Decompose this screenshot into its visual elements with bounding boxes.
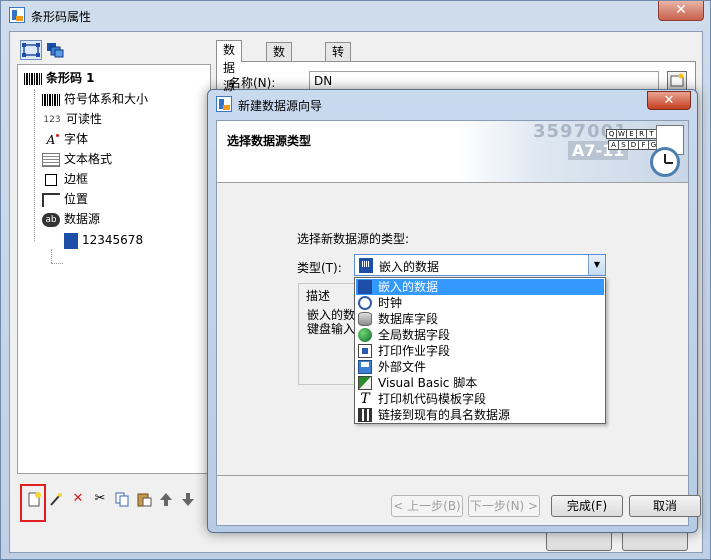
header-illustration: 3597001 A7-11 Q W E R T A S D F G [458,121,688,182]
barcode-symbology-icon [42,93,60,106]
print-job-icon [358,344,372,358]
finish-button[interactable]: 完成(F) [551,495,623,517]
tree-item-label: 条形码 1 [46,71,95,85]
dropdown-option-printer-template[interactable]: T 打印机代码模板字段 [356,391,604,407]
tree-item-symbology[interactable]: 符号体系和大小 [42,90,148,108]
embedded-data-icon [359,258,373,273]
type-label: 类型(T): [297,261,342,275]
tree-item-data-source[interactable]: ab 数据源 [42,210,100,228]
description-line: 键盘输入 [307,322,355,336]
tree-item-label: 字体 [64,132,89,146]
printer-template-icon: T [360,391,370,407]
tree-item-label: 数据源 [64,212,101,226]
paste-icon[interactable] [136,491,152,507]
font-icon: A [42,133,60,147]
dropdown-option-link[interactable]: 链接到现有的具名数据源 [356,407,604,423]
tree-item-border[interactable]: 边框 [42,170,88,188]
chevron-down-icon[interactable]: ▼ [588,255,605,275]
tree-view-icon [22,43,40,57]
wizard-app-icon [216,96,232,112]
dropdown-option-embedded[interactable]: 嵌入的数据 [356,279,604,295]
tree-item-text-format[interactable]: 文本格式 [42,150,112,168]
database-icon [358,312,372,326]
clock-icon [358,296,372,310]
position-icon [42,192,60,207]
wizard-icon[interactable] [48,491,64,507]
tree-item-readability[interactable]: 123 可读性 [42,110,102,128]
tree-item-label: 文本格式 [64,152,113,166]
description-label: 描述 [306,289,331,303]
dropdown-option-clock[interactable]: 时钟 [356,295,604,311]
highlight-box [20,484,46,522]
dropdown-option-print-job[interactable]: 打印作业字段 [356,343,604,359]
down-arrow-icon[interactable] [180,491,196,507]
text-format-icon [42,152,60,167]
border-icon [45,173,57,186]
up-arrow-icon[interactable] [158,491,174,507]
clock-icon [650,147,680,177]
barcode-icon [24,72,42,85]
outer-titlebar[interactable]: 条形码属性 ✕ [1,1,710,31]
edit-icon [670,73,684,87]
outer-close-button[interactable]: ✕ [658,1,704,21]
description-text: 嵌入的数 键盘输入 [307,308,355,336]
back-button[interactable]: < 上一步(B) [391,495,463,517]
data-source-icon: ab [42,212,60,227]
cut-icon[interactable]: ✂ [92,491,108,507]
tree-item-label: 符号体系和大小 [64,92,149,106]
app-icon [9,7,25,23]
description-line: 嵌入的数 [307,308,355,322]
type-combobox-value: 嵌入的数据 [379,260,440,274]
wizard-close-button[interactable]: ✕ [647,91,691,110]
next-button[interactable]: 下一步(N) > [468,495,540,517]
file-icon [358,360,372,374]
readability-icon: 123 [43,114,61,125]
tree-item-embedded-value[interactable]: 12345678 [64,231,143,249]
name-edit-button[interactable] [667,71,687,91]
dropdown-option-vb-script[interactable]: Visual Basic 脚本 [356,375,604,391]
select-type-prompt: 选择新数据源的类型: [297,232,410,246]
dropdown-option-global[interactable]: 全局数据字段 [356,327,604,343]
layers-icon [47,43,64,58]
tree-item-barcode[interactable]: 条形码 1 [24,69,95,87]
tree-item-font[interactable]: A 字体 [42,130,88,148]
type-dropdown-list: 嵌入的数据 时钟 数据库字段 全局数据字段 打印作业字段 外部文件 Visual… [354,277,606,424]
tree-item-label: 12345678 [82,233,144,247]
vb-script-icon [358,376,372,390]
embedded-data-icon [64,232,78,249]
outer-window-title: 条形码属性 [31,10,92,24]
wizard-header: 选择数据源类型 3597001 A7-11 Q W E R T A S D F … [217,121,688,183]
copy-icon[interactable] [114,491,130,507]
wizard-body: 选择数据源类型 3597001 A7-11 Q W E R T A S D F … [216,120,701,526]
wizard-separator [217,475,688,476]
globe-icon [358,328,372,342]
properties-tree: 条形码 1 符号体系和大小 123 可读性 A 字体 文本格式 边框 位置 ab 数据… [17,64,211,474]
type-combobox[interactable]: 嵌入的数据 ▼ [354,254,606,276]
delete-icon[interactable]: ✕ [70,491,86,507]
layers-view-button[interactable] [44,40,66,60]
tree-item-position[interactable]: 位置 [42,190,88,208]
tab-transform[interactable]: 转换 [325,42,352,77]
tree-item-label: 边框 [64,172,89,186]
link-icon [358,408,372,422]
dropdown-option-database[interactable]: 数据库字段 [356,311,604,327]
wizard-title: 新建数据源向导 [238,99,323,113]
tree-item-label: 可读性 [66,112,103,126]
tree-view-button[interactable] [20,40,42,60]
keyboard-icon: Q W E R T A S D F G [606,129,659,153]
new-data-source-wizard: 新建数据源向导 ✕ 选择数据源类型 3597001 A7-11 Q W E R … [207,89,701,533]
tab-data-source[interactable]: 数据源 [216,40,243,93]
tab-data-type[interactable]: 数据类型 [266,42,293,113]
embedded-data-icon [358,280,372,294]
dropdown-option-external-file[interactable]: 外部文件 [356,359,604,375]
name-input[interactable]: DN [309,71,659,91]
wizard-header-title: 选择数据源类型 [227,134,312,148]
cancel-button[interactable]: 取消 [629,495,701,517]
tree-item-label: 位置 [64,192,89,206]
